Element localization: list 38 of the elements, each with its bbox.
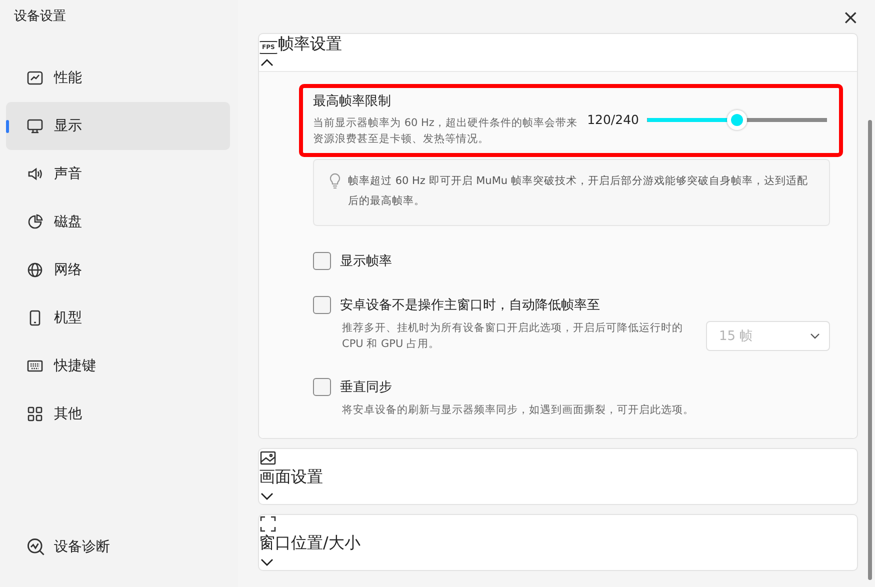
frame-corners-icon: [259, 515, 277, 533]
checkbox[interactable]: [313, 378, 331, 396]
monitor-icon: [26, 117, 44, 135]
sidebar-item[interactable]: 机型: [6, 294, 230, 342]
slider-thumb[interactable]: [727, 110, 747, 130]
image-icon: [259, 449, 277, 467]
checkbox[interactable]: [313, 252, 331, 270]
chart-icon: [26, 69, 44, 87]
globe-icon: [26, 261, 44, 279]
checkbox-label: 垂直同步: [340, 379, 392, 396]
lightbulb-icon: [328, 173, 342, 189]
pie-chart-icon: [26, 213, 44, 231]
tip-text: 帧率超过 60 Hz 即可开启 MuMu 帧率突破技术，开启后部分游戏能够突破自身帧率，达到适配后的最高帧率。: [348, 174, 809, 209]
option-description: 将安卓设备的刷新与显示器频率同步，如遇到画面撕裂，可开启此选项。: [342, 403, 695, 418]
setting-title: 最高帧率限制: [313, 93, 392, 110]
sidebar-item[interactable]: 磁盘: [6, 198, 230, 246]
section-title: 画面设置: [259, 467, 323, 486]
window-title: 设备设置: [13, 8, 67, 26]
sidebar-item[interactable]: 显示: [6, 102, 230, 150]
section-title: 帧率设置: [278, 34, 342, 53]
checkbox-label: 安卓设备不是操作主窗口时，自动降低帧率至: [340, 297, 600, 314]
magnifier-pulse-icon: [26, 537, 46, 557]
checkbox[interactable]: [313, 296, 331, 314]
diagnostics-button[interactable]: 设备诊断: [6, 531, 230, 563]
sidebar-item[interactable]: 其他: [6, 390, 230, 438]
sidebar-item[interactable]: 网络: [6, 246, 230, 294]
checkbox-label: 显示帧率: [340, 253, 392, 270]
sidebar-item[interactable]: 性能: [6, 54, 230, 102]
slider-reading: 120/240: [587, 112, 639, 127]
grid-icon: [26, 405, 44, 423]
scrollbar[interactable]: [868, 120, 872, 580]
option-description: 推荐多开、挂机时为所有设备窗口开启此选项，开启后可降低运行时的 CPU 和 GPU 占用。: [342, 321, 684, 352]
sidebar-item[interactable]: 快捷键: [6, 342, 230, 390]
sidebar-item[interactable]: 声音: [6, 150, 230, 198]
section-title: 窗口位置/大小: [259, 533, 360, 552]
setting-description: 当前显示器帧率为 60 Hz，超出硬件条件的帧率会带来资源浪费甚至是卡顿、发热等情况。: [313, 116, 578, 147]
speaker-icon: [26, 165, 44, 183]
close-button[interactable]: ×: [840, 7, 861, 27]
